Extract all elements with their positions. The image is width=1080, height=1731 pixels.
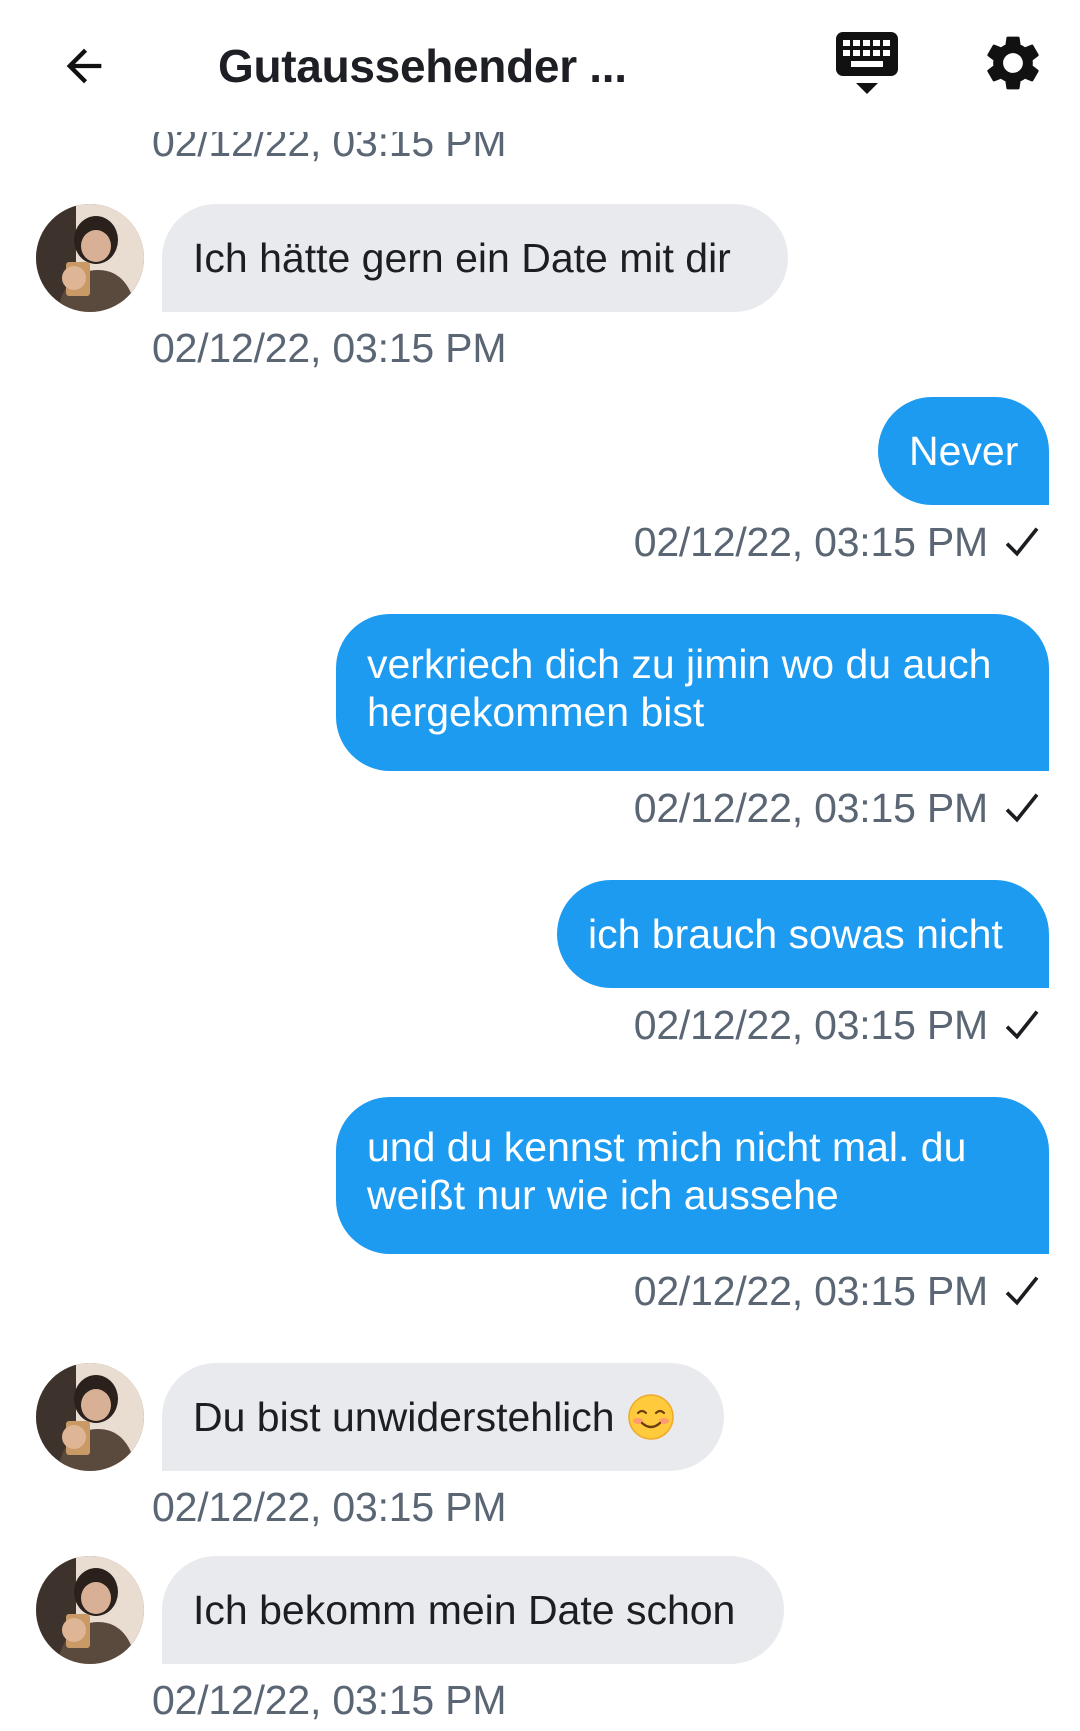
- checkmark-icon: [1005, 1276, 1039, 1306]
- keyboard-icon: [836, 32, 898, 94]
- message-text: Du bist unwiderstehlich: [193, 1394, 615, 1440]
- message-timestamp: 02/12/22, 03:15 PM: [152, 325, 507, 371]
- message-text: ich brauch sowas nicht: [588, 911, 1003, 957]
- message-text: Never: [909, 428, 1019, 474]
- message-timestamp: 02/12/22, 03:15 PM: [633, 519, 988, 565]
- checkmark-icon: [1005, 527, 1039, 557]
- outgoing-message-bubble[interactable]: und du kennst mich nicht mal. du weißt n…: [336, 1097, 1049, 1254]
- checkmark-icon: [1005, 793, 1039, 823]
- chat-header: Gutaussehender ...: [0, 0, 1080, 132]
- outgoing-message-bubble[interactable]: Never: [878, 397, 1049, 505]
- keyboard-toggle-button[interactable]: [834, 28, 900, 100]
- back-button[interactable]: [52, 34, 116, 98]
- avatar[interactable]: [36, 1363, 144, 1471]
- settings-button[interactable]: [980, 30, 1046, 96]
- message-text: Ich hätte gern ein Date mit dir: [193, 235, 731, 281]
- message-text-line: und du kennst mich nicht mal. du: [367, 1124, 967, 1170]
- message-timestamp: 02/12/22, 03:15 PM: [152, 1677, 507, 1723]
- avatar[interactable]: [36, 204, 144, 312]
- incoming-message-bubble[interactable]: Du bist unwiderstehlich: [162, 1363, 724, 1471]
- message-text-line: hergekommen bist: [367, 689, 705, 735]
- message-timestamp: 02/12/22, 03:15 PM: [152, 1484, 507, 1530]
- outgoing-message-bubble[interactable]: ich brauch sowas nicht: [557, 880, 1049, 988]
- outgoing-message-bubble[interactable]: verkriech dich zu jimin wo du auch herge…: [336, 614, 1049, 771]
- conversation-title: Gutaussehender ...: [218, 40, 627, 92]
- avatar[interactable]: [36, 1556, 144, 1664]
- message-timestamp: 02/12/22, 03:15 PM: [633, 1002, 988, 1048]
- message-timestamp: 02/12/22, 03:15 PM: [633, 1268, 988, 1314]
- checkmark-icon: [1005, 1010, 1039, 1040]
- message-text: Ich bekomm mein Date schon: [193, 1587, 736, 1633]
- message-timestamp: 02/12/22, 03:15 PM: [633, 785, 988, 831]
- message-text-line: verkriech dich zu jimin wo du auch: [367, 641, 992, 687]
- blushing-smile-emoji-icon: [627, 1394, 674, 1440]
- message-text-line: weißt nur wie ich aussehe: [367, 1172, 839, 1218]
- incoming-message-bubble[interactable]: Ich bekomm mein Date schon: [162, 1556, 784, 1664]
- gear-icon: [987, 36, 1039, 90]
- arrow-left-icon: [66, 48, 102, 84]
- incoming-message-bubble[interactable]: Ich hätte gern ein Date mit dir: [162, 204, 788, 312]
